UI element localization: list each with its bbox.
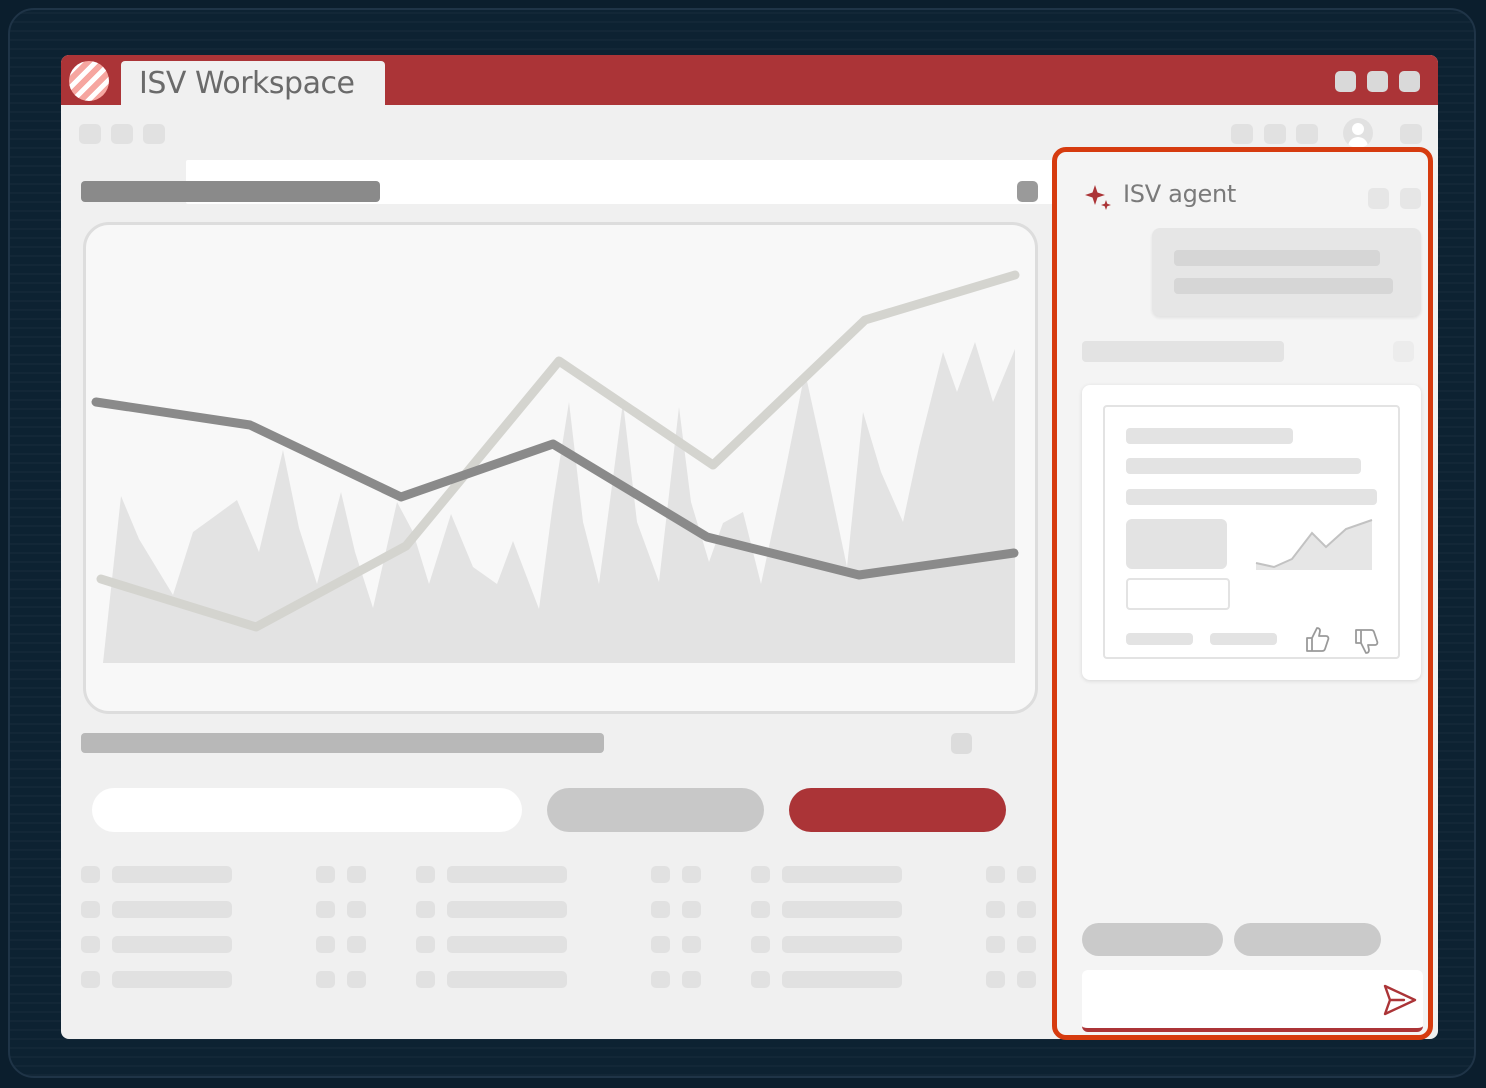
row-action[interactable] bbox=[316, 901, 335, 918]
row-action[interactable] bbox=[986, 936, 1005, 953]
row-checkbox[interactable] bbox=[416, 936, 435, 953]
response-meta bbox=[1210, 633, 1277, 645]
message-line bbox=[1174, 250, 1380, 266]
close-button[interactable] bbox=[1399, 71, 1420, 92]
list-item bbox=[447, 866, 567, 883]
list-item bbox=[112, 901, 232, 918]
row-action[interactable] bbox=[651, 936, 670, 953]
row-action[interactable] bbox=[651, 901, 670, 918]
list-item bbox=[782, 901, 902, 918]
message-line bbox=[1174, 278, 1393, 294]
striped-logo-icon bbox=[69, 61, 109, 101]
secondary-button[interactable] bbox=[547, 788, 764, 832]
app-tab-title[interactable]: ISV Workspace bbox=[121, 61, 385, 107]
toolbar-refresh-button[interactable] bbox=[143, 124, 165, 144]
row-action[interactable] bbox=[986, 901, 1005, 918]
row-action[interactable] bbox=[347, 866, 366, 883]
row-action[interactable] bbox=[347, 936, 366, 953]
response-meta bbox=[1126, 633, 1193, 645]
row-action[interactable] bbox=[986, 866, 1005, 883]
row-action[interactable] bbox=[1017, 936, 1036, 953]
row-checkbox[interactable] bbox=[751, 971, 770, 988]
list-item bbox=[112, 866, 232, 883]
row-checkbox[interactable] bbox=[751, 866, 770, 883]
row-action[interactable] bbox=[347, 901, 366, 918]
row-action[interactable] bbox=[316, 936, 335, 953]
maximize-button[interactable] bbox=[1367, 71, 1388, 92]
chart-svg bbox=[91, 270, 1020, 663]
suggestion-chip-2[interactable] bbox=[1234, 923, 1381, 956]
row-action[interactable] bbox=[682, 936, 701, 953]
response-line bbox=[1126, 489, 1377, 505]
toolbar-menu-button[interactable] bbox=[1400, 124, 1422, 144]
row-action[interactable] bbox=[316, 971, 335, 988]
toolbar-action-button-2[interactable] bbox=[1264, 124, 1286, 144]
row-action[interactable] bbox=[1017, 866, 1036, 883]
toolbar-forward-button[interactable] bbox=[111, 124, 133, 144]
response-image-placeholder bbox=[1126, 519, 1227, 569]
row-action[interactable] bbox=[347, 971, 366, 988]
list-item bbox=[112, 971, 232, 988]
list-item bbox=[447, 971, 567, 988]
options-icon[interactable] bbox=[1017, 181, 1038, 202]
list-item bbox=[782, 936, 902, 953]
subtitle-placeholder bbox=[81, 733, 604, 753]
response-options-icon[interactable] bbox=[1393, 341, 1414, 362]
list-item bbox=[112, 936, 232, 953]
row-action[interactable] bbox=[1017, 971, 1036, 988]
row-checkbox[interactable] bbox=[751, 936, 770, 953]
user-message-bubble bbox=[1152, 228, 1421, 316]
row-action[interactable] bbox=[316, 866, 335, 883]
row-checkbox[interactable] bbox=[81, 866, 100, 883]
row-action[interactable] bbox=[651, 971, 670, 988]
thumbs-down-icon[interactable] bbox=[1352, 627, 1380, 657]
send-icon[interactable] bbox=[1382, 983, 1418, 1017]
agent-message-input[interactable] bbox=[1082, 970, 1423, 1032]
minimize-button[interactable] bbox=[1335, 71, 1356, 92]
response-header-placeholder bbox=[1082, 341, 1284, 362]
title-bar: ISV Workspace bbox=[61, 55, 1438, 107]
row-action[interactable] bbox=[682, 866, 701, 883]
list-item bbox=[782, 866, 902, 883]
toolbar-back-button[interactable] bbox=[79, 124, 101, 144]
list-item bbox=[447, 901, 567, 918]
row-action[interactable] bbox=[682, 971, 701, 988]
row-checkbox[interactable] bbox=[416, 866, 435, 883]
thumbs-up-icon[interactable] bbox=[1303, 624, 1331, 654]
toolbar-action-button-1[interactable] bbox=[1231, 124, 1253, 144]
row-action[interactable] bbox=[986, 971, 1005, 988]
toolbar-action-button-3[interactable] bbox=[1296, 124, 1318, 144]
row-checkbox[interactable] bbox=[751, 901, 770, 918]
row-action[interactable] bbox=[682, 901, 701, 918]
list-item bbox=[447, 936, 567, 953]
row-action[interactable] bbox=[1017, 901, 1036, 918]
search-input[interactable] bbox=[92, 788, 522, 832]
area-series bbox=[103, 342, 1015, 663]
suggestion-chip-1[interactable] bbox=[1082, 923, 1223, 956]
response-line bbox=[1126, 458, 1361, 474]
row-checkbox[interactable] bbox=[81, 901, 100, 918]
mini-chart bbox=[1255, 519, 1373, 570]
agent-title: ISV agent bbox=[1123, 180, 1236, 208]
page-title-placeholder bbox=[81, 181, 380, 202]
chart-card bbox=[83, 222, 1038, 714]
info-icon[interactable] bbox=[951, 733, 972, 754]
row-checkbox[interactable] bbox=[81, 936, 100, 953]
row-checkbox[interactable] bbox=[416, 971, 435, 988]
response-line bbox=[1126, 428, 1293, 444]
sparkle-icon bbox=[1085, 185, 1111, 210]
row-checkbox[interactable] bbox=[81, 971, 100, 988]
response-action-button[interactable] bbox=[1126, 578, 1230, 610]
primary-button[interactable] bbox=[789, 788, 1006, 832]
row-action[interactable] bbox=[651, 866, 670, 883]
list-item bbox=[782, 971, 902, 988]
agent-close-button[interactable] bbox=[1400, 188, 1421, 209]
row-checkbox[interactable] bbox=[416, 901, 435, 918]
agent-settings-button[interactable] bbox=[1368, 188, 1389, 209]
user-avatar-icon[interactable] bbox=[1343, 118, 1373, 148]
